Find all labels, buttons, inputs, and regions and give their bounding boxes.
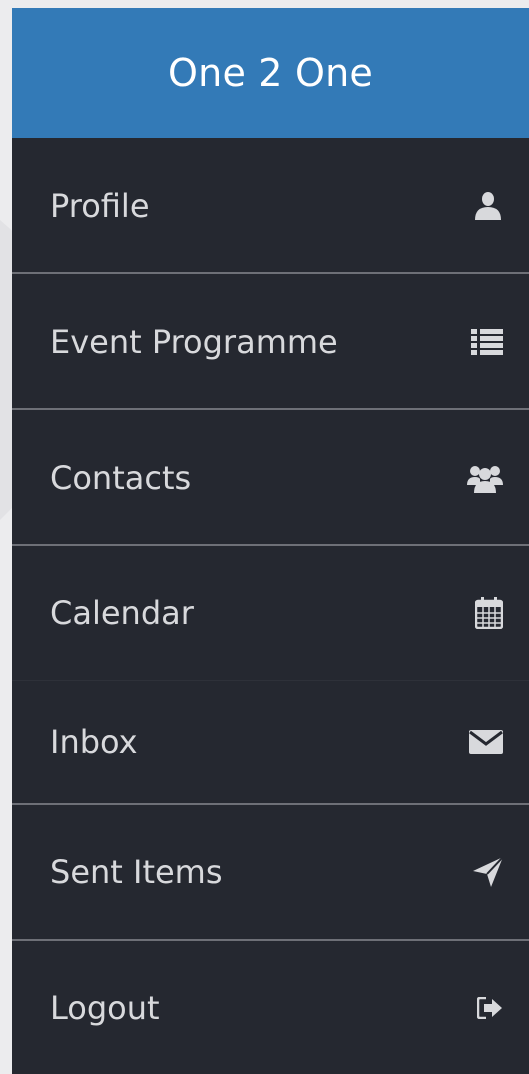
side-menu: One 2 One Profile Event Programme Contac… xyxy=(12,8,529,1074)
paper-plane-icon xyxy=(463,852,503,892)
menu-item-label: Calendar xyxy=(50,594,194,632)
menu-item-event-programme[interactable]: Event Programme xyxy=(12,274,529,409)
menu-item-sent-items[interactable]: Sent Items xyxy=(12,805,529,939)
menu-item-profile[interactable]: Profile xyxy=(12,138,529,273)
menu-item-label: Profile xyxy=(50,186,150,225)
menu-item-label: Sent Items xyxy=(50,853,223,891)
sign-out-icon xyxy=(463,988,503,1028)
menu-item-logout[interactable]: Logout xyxy=(12,941,529,1074)
list-icon xyxy=(463,322,503,362)
menu-item-label: Inbox xyxy=(50,723,138,761)
menu-item-label: Logout xyxy=(50,988,160,1027)
calendar-icon xyxy=(463,593,503,633)
menu-item-label: Event Programme xyxy=(50,322,338,361)
menu-item-inbox[interactable]: Inbox xyxy=(12,681,529,803)
user-icon xyxy=(463,186,503,226)
app-title: One 2 One xyxy=(12,8,529,138)
users-icon xyxy=(463,458,503,498)
menu-item-label: Contacts xyxy=(50,458,192,497)
menu-item-contacts[interactable]: Contacts xyxy=(12,410,529,545)
envelope-icon xyxy=(463,722,503,762)
menu-item-calendar[interactable]: Calendar xyxy=(12,546,529,680)
